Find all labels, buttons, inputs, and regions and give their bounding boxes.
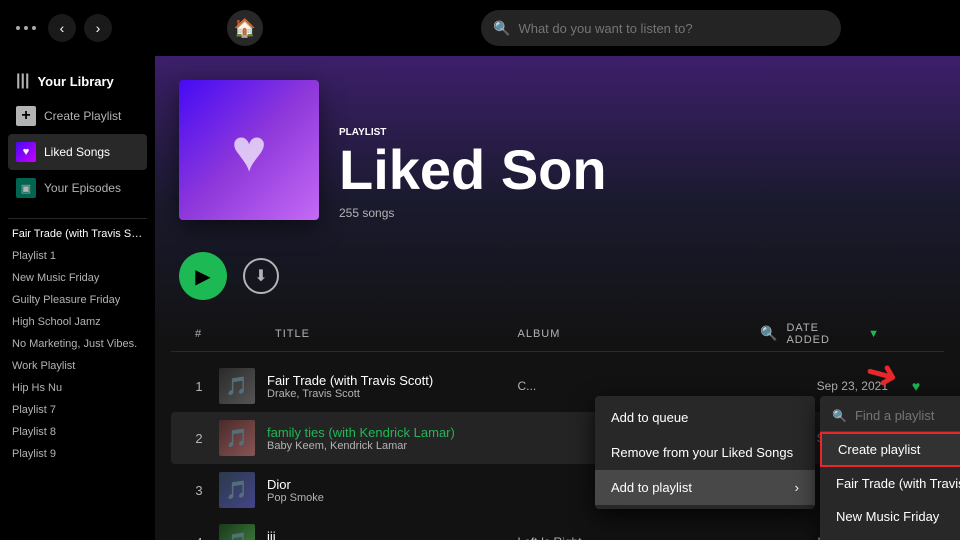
track-album: Left Is Right — [518, 535, 777, 540]
track-name: Dior — [267, 477, 518, 492]
playlist-controls: ▶ ⬇ — [155, 236, 960, 316]
context-add-to-queue[interactable]: Add to queue — [595, 400, 815, 435]
track-thumbnail: 🎵 — [219, 368, 255, 404]
sidebar-divider — [8, 218, 147, 219]
heart-icon: ♥ — [16, 142, 36, 162]
submenu-playlist-2[interactable]: Guilty Pleasure Friday 🔔 — [820, 533, 960, 540]
submenu-create-playlist[interactable]: Create playlist — [820, 432, 960, 467]
forward-button[interactable]: › — [84, 14, 112, 42]
download-icon: ⬇ — [254, 266, 267, 286]
track-thumbnail: 🎵 — [219, 524, 255, 540]
track-info: Dior Pop Smoke — [259, 477, 518, 504]
plus-icon: + — [16, 106, 36, 126]
sidebar-item-your-episodes[interactable]: ▣ Your Episodes — [8, 170, 147, 206]
submenu-arrow-icon: › — [795, 480, 799, 495]
submenu-search-input[interactable] — [855, 408, 960, 423]
sidebar-playlist-hip[interactable]: Hip Hs Nu — [0, 377, 155, 399]
sidebar-playlist-no-marketing[interactable]: No Marketing, Just Vibes. — [0, 333, 155, 355]
your-library-label: Your Library — [37, 74, 113, 89]
playlist-info: PLAYLIST Liked Son 255 songs — [339, 127, 936, 220]
track-number: 1 — [179, 379, 219, 394]
playlist-cover: ♥ — [179, 80, 319, 220]
window-dots — [16, 26, 36, 30]
track-number: 2 — [179, 431, 219, 446]
play-button[interactable]: ▶ — [179, 252, 227, 300]
sidebar-playlist-9[interactable]: Playlist 8 — [0, 421, 155, 443]
top-navigation: ‹ › 🏠 🔍 — [0, 0, 960, 56]
library-icon: ||| — [16, 72, 29, 90]
search-bar[interactable]: 🔍 — [481, 10, 841, 46]
col-num: # — [195, 328, 235, 340]
track-thumbnail: 🎵 — [219, 472, 255, 508]
sidebar-playlist-new-music[interactable]: New Music Friday — [0, 267, 155, 289]
create-playlist-button[interactable]: + Create Playlist — [8, 98, 147, 134]
submenu-playlist-0[interactable]: Fair Trade (with Travis Scott) 🔔 — [820, 467, 960, 500]
sidebar-item-liked-songs[interactable]: ♥ Liked Songs — [8, 134, 147, 170]
search-icon: 🔍 — [493, 20, 510, 37]
your-episodes-label: Your Episodes — [44, 181, 121, 195]
sidebar-playlist-work[interactable]: Work Playlist — [0, 355, 155, 377]
home-button[interactable]: 🏠 — [227, 10, 263, 46]
playlist-submenu: 🔍 Create playlist Fair Trade (with Travi… — [820, 396, 960, 540]
track-info: Fair Trade (with Travis Scott) Drake, Tr… — [259, 373, 518, 400]
track-like-icon[interactable]: ♥ — [896, 378, 936, 394]
context-add-playlist-label: Add to playlist — [611, 480, 692, 495]
context-menu: Add to queue Remove from your Liked Song… — [595, 396, 815, 509]
nav-arrows: ‹ › — [48, 14, 112, 42]
sidebar-playlist-8[interactable]: Playlist 7 — [0, 399, 155, 421]
sort-arrow-icon[interactable]: ▼ — [868, 328, 880, 340]
sidebar-top: ||| Your Library + Create Playlist ♥ Lik… — [0, 64, 155, 214]
date-added-icon[interactable]: 🔍 — [760, 325, 778, 342]
context-add-queue-label: Add to queue — [611, 410, 688, 425]
sidebar-playlist-high-school[interactable]: High School Jamz — [0, 311, 155, 333]
track-name: Fair Trade (with Travis Scott) — [267, 373, 518, 388]
track-name: iii — [267, 529, 518, 540]
context-remove-liked[interactable]: Remove from your Liked Songs — [595, 435, 815, 470]
back-button[interactable]: ‹ — [48, 14, 76, 42]
sidebar-playlist-10[interactable]: Playlist 9 — [0, 443, 155, 465]
playlist-title: Liked Son — [339, 142, 936, 198]
submenu-search-icon: 🔍 — [832, 409, 847, 423]
track-info: iii TroyBoi — [259, 529, 518, 540]
playlist-type-label: PLAYLIST — [339, 127, 936, 138]
col-album: ALBUM — [518, 328, 761, 340]
track-name: family ties (with Kendrick Lamar) — [267, 425, 518, 440]
cover-heart-icon: ♥ — [231, 116, 267, 185]
track-artist: Drake, Travis Scott — [267, 388, 518, 400]
sidebar: ||| Your Library + Create Playlist ♥ Lik… — [0, 56, 155, 540]
track-artist: Baby Keem, Kendrick Lamar — [267, 440, 518, 452]
submenu-playlist-1[interactable]: New Music Friday 🔔 — [820, 500, 960, 533]
submenu-pl-label: New Music Friday — [836, 509, 939, 524]
download-button[interactable]: ⬇ — [243, 258, 279, 294]
context-add-to-playlist[interactable]: Add to playlist › — [595, 470, 815, 505]
track-number: 3 — [179, 483, 219, 498]
track-artist: Pop Smoke — [267, 492, 518, 504]
home-icon: 🏠 — [234, 18, 256, 39]
create-playlist-label: Create Playlist — [44, 109, 121, 123]
track-table-header: # TITLE ALBUM 🔍 DATE ADDED ▼ — [171, 316, 944, 352]
playlist-meta: 255 songs — [339, 206, 936, 220]
track-album: C... — [518, 379, 777, 393]
search-input[interactable] — [518, 21, 829, 36]
track-info: family ties (with Kendrick Lamar) Baby K… — [259, 425, 518, 452]
liked-songs-label: Liked Songs — [44, 145, 110, 159]
col-title: TITLE — [275, 328, 518, 340]
context-remove-label: Remove from your Liked Songs — [611, 445, 793, 460]
track-thumbnail: 🎵 — [219, 420, 255, 456]
sidebar-playlist-guilty[interactable]: Guilty Pleasure Friday — [0, 289, 155, 311]
date-added-label[interactable]: DATE ADDED — [786, 322, 860, 346]
your-library-header: ||| Your Library — [8, 64, 147, 98]
track-number: 4 — [179, 535, 219, 540]
sidebar-playlist-1[interactable]: Playlist 1 — [0, 245, 155, 267]
submenu-search-bar[interactable]: 🔍 — [820, 400, 960, 432]
submenu-pl-label: Fair Trade (with Travis Scott) — [836, 476, 960, 491]
main-layout: ||| Your Library + Create Playlist ♥ Lik… — [0, 56, 960, 540]
main-content: ♥ PLAYLIST Liked Son 255 songs ▶ ⬇ # TIT… — [155, 56, 960, 540]
episodes-icon: ▣ — [16, 178, 36, 198]
playlist-header: ♥ PLAYLIST Liked Son 255 songs — [155, 56, 960, 236]
create-playlist-label: Create playlist — [838, 442, 920, 457]
play-icon: ▶ — [195, 264, 210, 289]
sidebar-playlist-fair-trade[interactable]: Fair Trade (with Travis Scott) — [0, 223, 155, 245]
